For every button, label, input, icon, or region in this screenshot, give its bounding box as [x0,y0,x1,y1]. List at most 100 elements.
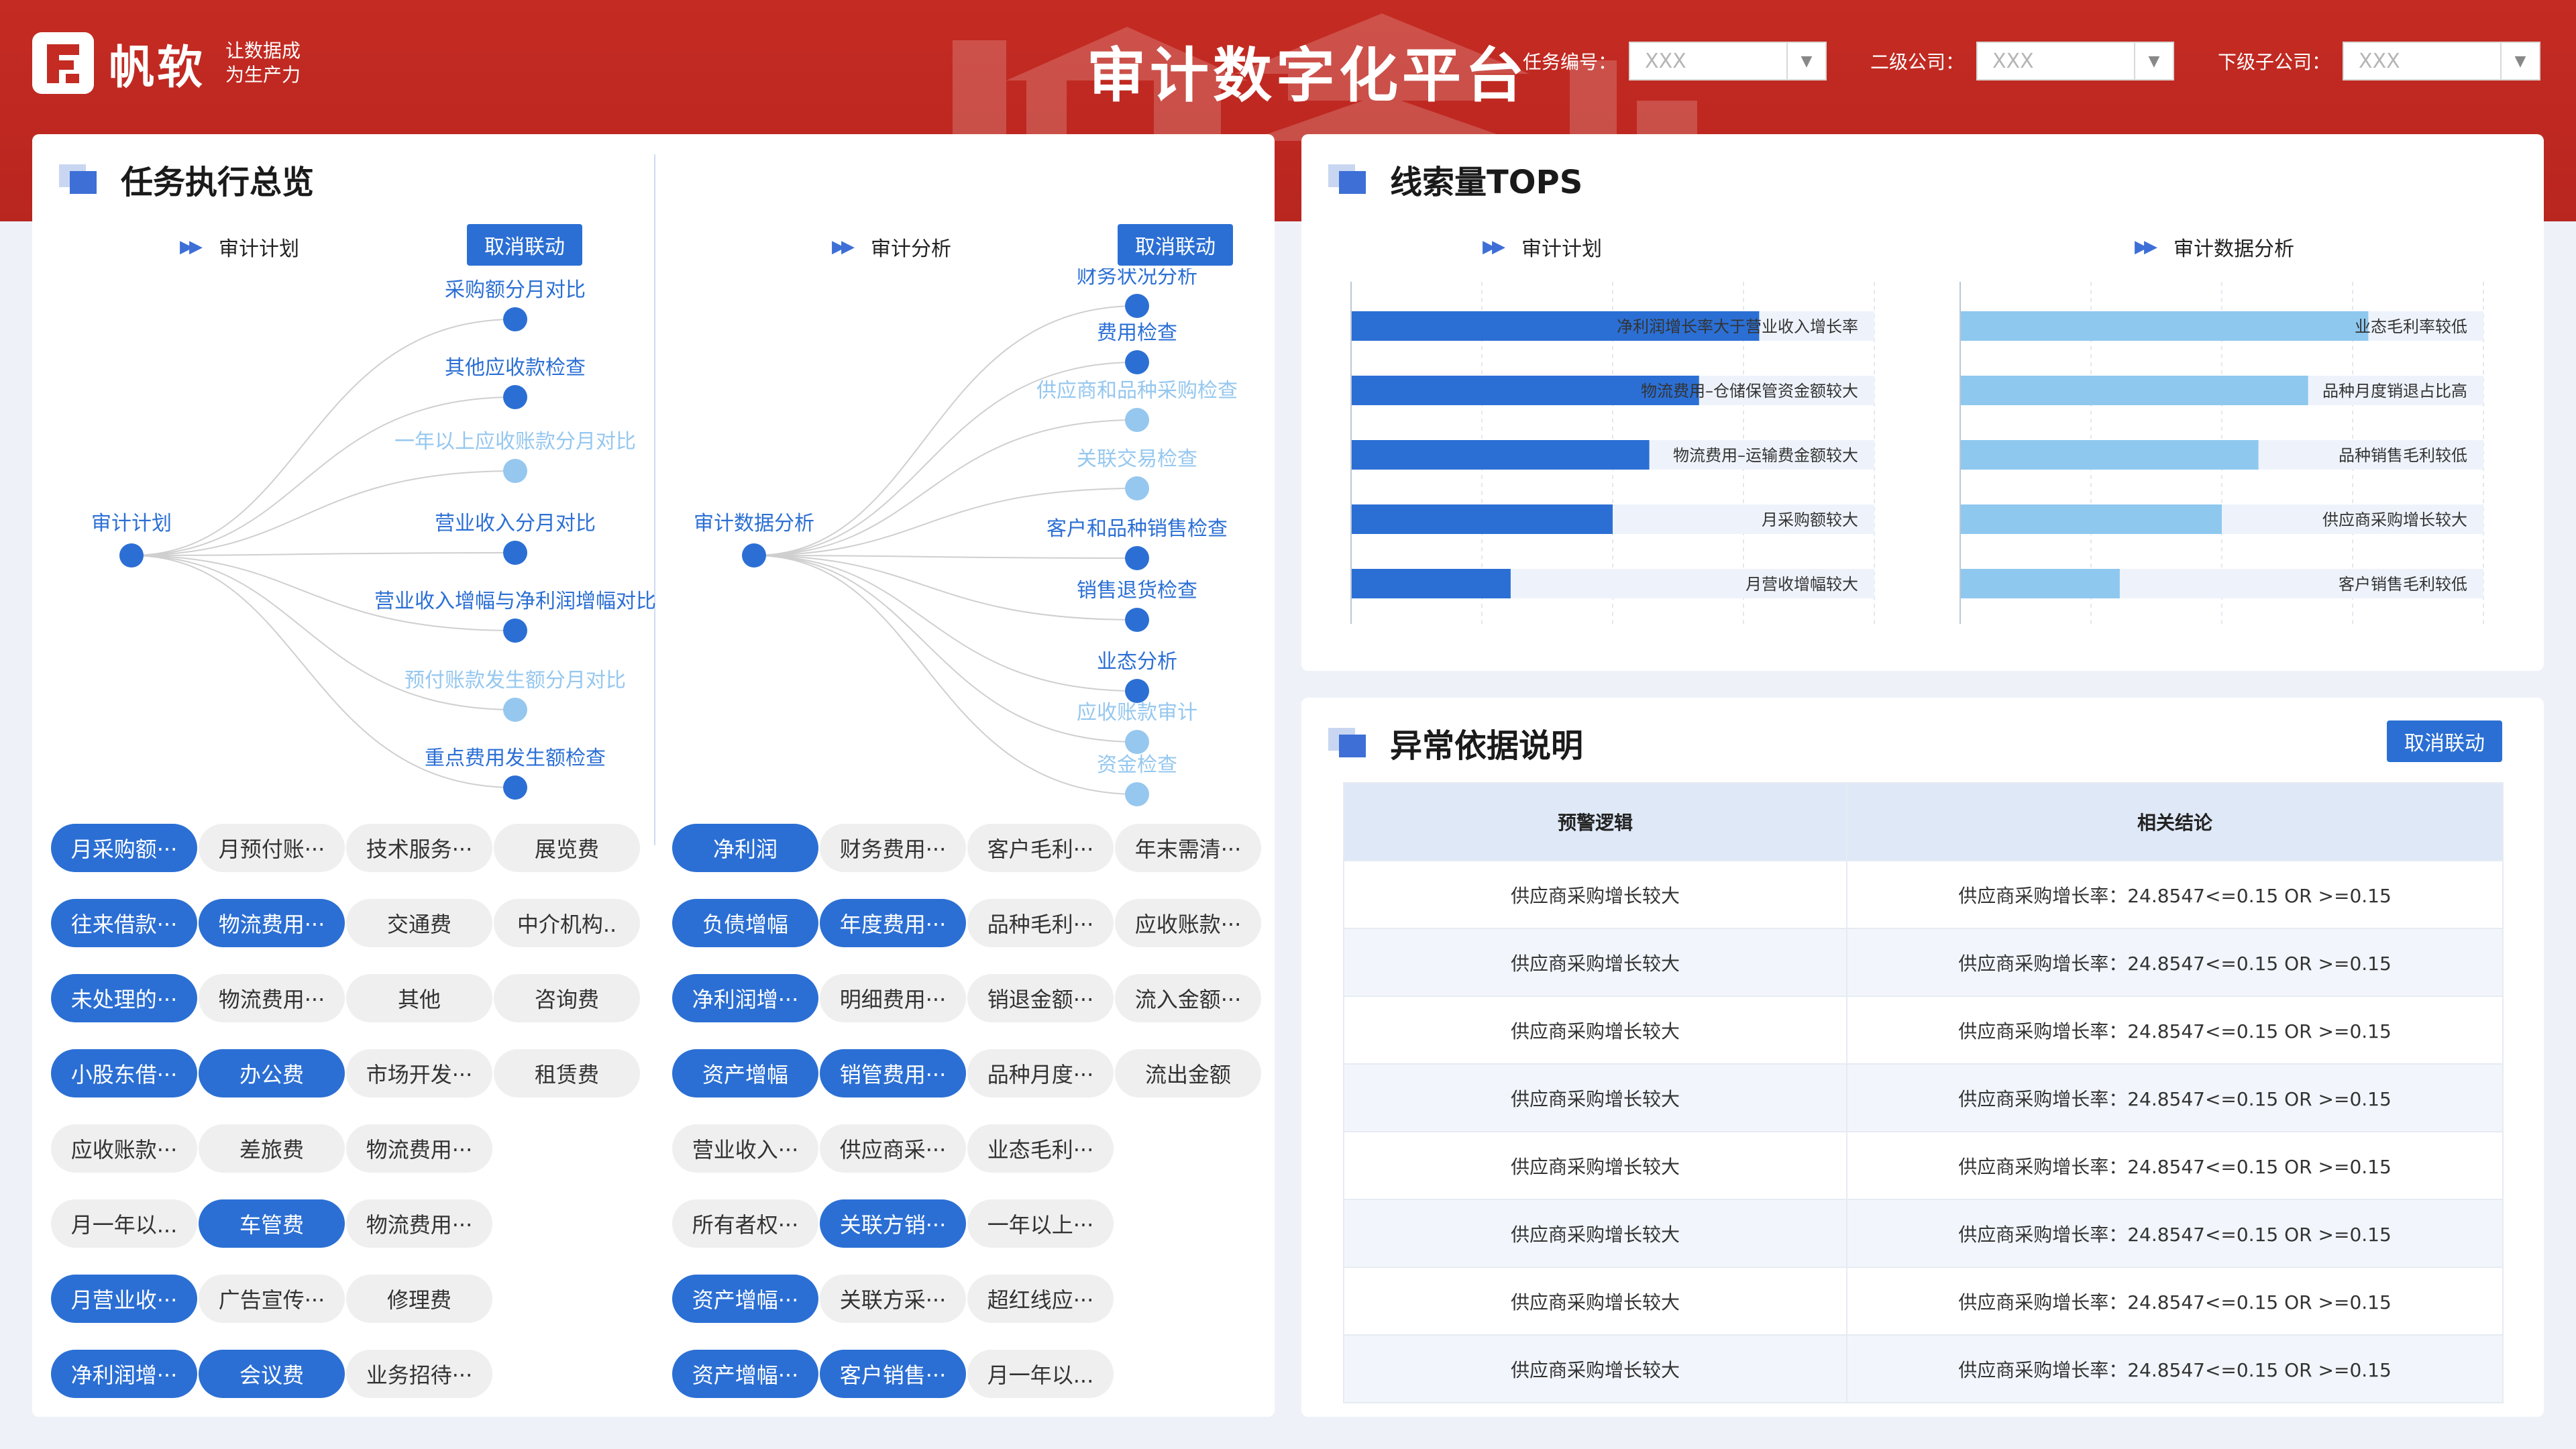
plan-tag-chip[interactable]: 业务招待··· [346,1350,492,1398]
plan-tag-chip[interactable]: 物流费用··· [199,974,345,1022]
task-number-select[interactable]: XXX ▼ [1629,42,1827,80]
plan-tag-chip[interactable]: 小股东借··· [51,1049,197,1097]
analysis-root-label[interactable]: 审计数据分析 [694,512,814,535]
analysis-clue-bar[interactable] [1960,504,2222,534]
plan-tag-chip[interactable]: 中介机构.. [494,899,640,947]
analysis-tag-chip[interactable]: 营业收入··· [672,1124,818,1173]
analysis-tag-chip[interactable]: 年度费用··· [820,899,966,947]
plan-tag-chip[interactable]: 月采购额··· [51,824,197,872]
analysis-node-label[interactable]: 财务状况分析 [1077,268,1197,288]
table-row[interactable]: 供应商采购增长较大 供应商采购增长率：24.8547<=0.15 OR >=0.1… [1343,860,2504,929]
analysis-node-dot[interactable] [1125,679,1149,703]
analysis-node-label[interactable]: 应收账款审计 [1077,701,1197,724]
plan-tag-chip[interactable]: 月一年以... [51,1199,197,1248]
analysis-node-label[interactable]: 费用检查 [1097,321,1177,345]
plan-node-label[interactable]: 一年以上应收账款分月对比 [394,430,636,453]
plan-tag-chip[interactable]: 技术服务··· [346,824,492,872]
table-row[interactable]: 供应商采购增长较大 供应商采购增长率：24.8547<=0.15 OR >=0.1… [1343,928,2504,997]
analysis-node-label[interactable]: 销售退货检查 [1077,579,1197,602]
analysis-tag-chip[interactable]: 销管费用··· [820,1049,966,1097]
analysis-tag-chip[interactable]: 明细费用··· [820,974,966,1022]
plan-tag-chip[interactable]: 市场开发··· [346,1049,492,1097]
analysis-tag-chip[interactable]: 关联方采··· [820,1275,966,1323]
analysis-tag-chip[interactable]: 业态毛利··· [967,1124,1114,1173]
plan-tag-chip[interactable]: 物流费用··· [346,1124,492,1173]
table-row[interactable]: 供应商采购增长较大 供应商采购增长率：24.8547<=0.15 OR >=0.1… [1343,1199,2504,1268]
plan-node-label[interactable]: 采购额分月对比 [445,278,586,302]
plan-tag-chip[interactable]: 其他 [346,974,492,1022]
analysis-tag-chip[interactable]: 财务费用··· [820,824,966,872]
plan-node-dot[interactable] [503,307,527,331]
plan-tag-chip[interactable]: 月营业收··· [51,1275,197,1323]
plan-tag-chip[interactable]: 咨询费 [494,974,640,1022]
analysis-tag-chip[interactable]: 销退金额··· [967,974,1114,1022]
plan-tag-chip[interactable]: 车管费 [199,1199,345,1248]
analysis-tag-chip[interactable]: 资产增幅··· [672,1350,818,1398]
plan-tag-chip[interactable]: 应收账款··· [51,1124,197,1173]
plan-node-dot[interactable] [503,775,527,800]
analysis-tag-chip[interactable]: 客户毛利··· [967,824,1114,872]
analysis-tag-chip[interactable]: 负债增幅 [672,899,818,947]
plan-clue-bar[interactable] [1351,440,1650,470]
analysis-tag-chip[interactable]: 一年以上··· [967,1199,1114,1248]
analysis-tag-chip[interactable]: 资产增幅 [672,1049,818,1097]
plan-tag-chip[interactable]: 月预付账··· [199,824,345,872]
plan-node-label[interactable]: 预付账款发生额分月对比 [405,669,626,692]
analysis-node-dot[interactable] [1125,782,1149,806]
analysis-node-label[interactable]: 关联交易检查 [1077,447,1197,471]
analysis-tag-chip[interactable]: 应收账款··· [1115,899,1261,947]
plan-clue-bar[interactable] [1351,569,1511,598]
analysis-tag-chip[interactable]: 品种月度··· [967,1049,1114,1097]
analysis-tag-chip[interactable]: 关联方销··· [820,1199,966,1248]
plan-node-label[interactable]: 其他应收款检查 [445,356,586,380]
plan-root-label[interactable]: 审计计划 [91,512,172,535]
analysis-tag-chip[interactable]: 资产增幅··· [672,1275,818,1323]
subsidiary-select[interactable]: XXX ▼ [2343,42,2541,80]
plan-tag-chip[interactable]: 净利润增··· [51,1350,197,1398]
analysis-node-dot[interactable] [1125,408,1149,432]
analysis-node-dot[interactable] [1125,730,1149,754]
brand-logo[interactable]: 帆软 让数据成 为生产力 [32,32,301,95]
analysis-tag-chip[interactable]: 月一年以... [967,1350,1114,1398]
column-header-related-conclusion[interactable]: 相关结论 [1846,782,2504,861]
chevron-down-icon[interactable]: ▼ [2500,43,2539,79]
analysis-clue-bar[interactable] [1960,376,2308,405]
plan-tag-chip[interactable]: 差旅费 [199,1124,345,1173]
analysis-clue-bar[interactable] [1960,311,2369,341]
analysis-node-label[interactable]: 客户和品种销售检查 [1046,517,1228,541]
plan-node-dot[interactable] [503,385,527,409]
analysis-tag-chip[interactable]: 净利润增··· [672,974,818,1022]
analysis-tag-chip[interactable]: 品种毛利··· [967,899,1114,947]
plan-tag-chip[interactable]: 会议费 [199,1350,345,1398]
chevron-down-icon[interactable]: ▼ [1786,43,1825,79]
plan-node-dot[interactable] [503,459,527,483]
plan-tag-chip[interactable]: 租赁费 [494,1049,640,1097]
plan-node-label[interactable]: 重点费用发生额检查 [425,747,606,770]
analysis-root-dot[interactable] [742,543,766,568]
analysis-node-dot[interactable] [1125,546,1149,570]
plan-node-dot[interactable] [503,541,527,565]
plan-tag-chip[interactable]: 交通费 [346,899,492,947]
analysis-tag-chip[interactable]: 客户销售··· [820,1350,966,1398]
cancel-link-button-plan[interactable]: 取消联动 [467,224,582,266]
analysis-node-dot[interactable] [1125,294,1149,318]
column-header-warning-logic[interactable]: 预警逻辑 [1343,782,1847,861]
table-row[interactable]: 供应商采购增长较大 供应商采购增长率：24.8547<=0.15 OR >=0.1… [1343,996,2504,1065]
cancel-link-button-anomaly[interactable]: 取消联动 [2387,720,2502,762]
plan-node-dot[interactable] [503,619,527,643]
plan-tag-chip[interactable]: 物流费用··· [346,1199,492,1248]
table-row[interactable]: 供应商采购增长较大 供应商采购增长率：24.8547<=0.15 OR >=0.1… [1343,1267,2504,1336]
plan-root-dot[interactable] [119,543,144,568]
analysis-node-label[interactable]: 业态分析 [1097,650,1177,674]
plan-tag-chip[interactable]: 往来借款··· [51,899,197,947]
analysis-tag-chip[interactable]: 流出金额 [1115,1049,1261,1097]
chevron-down-icon[interactable]: ▼ [2134,43,2173,79]
table-row[interactable]: 供应商采购增长较大 供应商采购增长率：24.8547<=0.15 OR >=0.1… [1343,1063,2504,1132]
plan-tag-chip[interactable]: 展览费 [494,824,640,872]
plan-node-dot[interactable] [503,698,527,722]
analysis-node-dot[interactable] [1125,476,1149,500]
analysis-tag-chip[interactable]: 流入金额··· [1115,974,1261,1022]
cancel-link-button-analysis[interactable]: 取消联动 [1118,224,1233,266]
analysis-clue-bar[interactable] [1960,440,2259,470]
analysis-tag-chip[interactable]: 所有者权··· [672,1199,818,1248]
